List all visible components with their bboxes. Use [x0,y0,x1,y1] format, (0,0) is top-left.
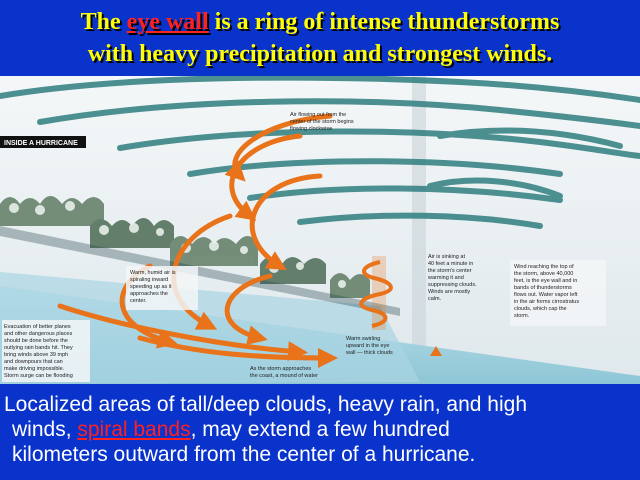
title-highlight-eye-wall[interactable]: eye wall [127,9,209,35]
slide-caption: Localized areas of tall/deep clouds, hea… [4,392,636,467]
caption-highlight-spiral-bands[interactable]: spiral bands [77,418,190,441]
caption-line2-suffix: , may extend a few hundred [190,418,450,441]
hurricane-cross-section-illustration: INSIDE A HURRICANE Air flowing out from … [0,76,640,384]
annotation-sinking-line: the storm's center [428,268,472,274]
annotation-wind-line: storm. [514,313,530,319]
annotation-left-line: and downpours that can [4,359,63,365]
annotation-approach-line: the coast, a mound of water [250,373,318,379]
annotation-left-line: should be done before the [4,338,68,344]
slide-title: The eye wall is a ring of intense thunde… [0,6,640,70]
annotation-sinking-line: suppressing clouds. [428,282,477,288]
annotation-top-line: Air flowing out from the [290,112,346,118]
annotation-wind-line: clouds, which cap the [514,306,567,312]
title-suffix: is a ring of intense thunderstorms [208,9,560,35]
annotation-warm-line: Warm, humid air is [130,270,176,276]
annotation-left-line: bring winds above 39 mph [4,352,68,358]
annotation-left-line: Evacuation of better planes [4,324,71,330]
annotation-warm-line: spiraling inward [130,277,168,283]
annotation-rising-line: upward in the eye [346,343,389,349]
annotation-left-bottom: Evacuation of better planes and other da… [2,320,90,382]
annotation-top-line: flowing clockwise [290,126,332,132]
annotation-wind-line: flows out. Water vapor left [514,292,578,298]
annotation-wind-line: feet, is the eye wall and in [514,278,577,284]
annotation-warm-line: approaches the [130,291,168,297]
annotation-rising-line: Warm swirling [346,336,380,342]
section-label: INSIDE A HURRICANE [4,140,78,147]
caption-line-2: winds, spiral bands, may extend a few hu… [4,417,450,442]
annotation-rising-line: wall — thick clouds [345,350,393,356]
title-line-2: with heavy precipitation and strongest w… [87,41,553,67]
annotation-sinking-line: calm. [428,296,442,302]
annotation-wind-line: bands of thunderstorms [514,285,572,291]
annotation-wind-line: in the air forms cirrostratus [514,299,579,305]
title-prefix: The [80,9,127,35]
annotation-approach: As the storm approaches the coast, a mou… [250,366,318,379]
annotation-sinking-line: Air is sinking at [428,254,465,260]
annotation-left-line: and other dangerous places [4,331,72,337]
annotation-sinking-line: 40 feet a minute in [428,261,473,267]
annotation-warm-air: Warm, humid air is spiraling inward spee… [126,266,198,310]
annotation-left-line: Storm surge can be flooding [4,373,73,379]
caption-line-3: kilometers outward from the center of a … [12,443,476,466]
annotation-top-line: center of the storm begins [290,119,354,125]
annotation-wind-line: Wind reaching the top of [514,264,574,270]
annotation-sinking-line: Winds are mostly [428,289,470,295]
annotation-left-line: make driving impossible. [4,366,65,372]
caption-line-1: Localized areas of tall/deep clouds, hea… [4,393,528,416]
annotation-wind-line: the storm, above 40,000 [514,271,573,277]
title-line-1: The eye wall is a ring of intense thunde… [0,6,640,38]
annotation-left-line: outlying rain bands hit. They [4,345,73,351]
annotation-wind-top: Wind reaching the top of the storm, abov… [510,260,606,326]
annotation-approach-line: As the storm approaches [250,366,311,372]
page-fold [412,76,426,384]
annotation-warm-line: center. [130,298,147,304]
slide: The eye wall is a ring of intense thunde… [0,0,640,480]
annotation-sinking-line: warming it and [427,275,464,281]
section-label-box: INSIDE A HURRICANE [0,136,86,148]
annotation-warm-line: speeding up as it [130,284,172,290]
caption-line2-prefix: winds, [12,418,78,441]
hurricane-diagram: INSIDE A HURRICANE Air flowing out from … [0,76,640,384]
